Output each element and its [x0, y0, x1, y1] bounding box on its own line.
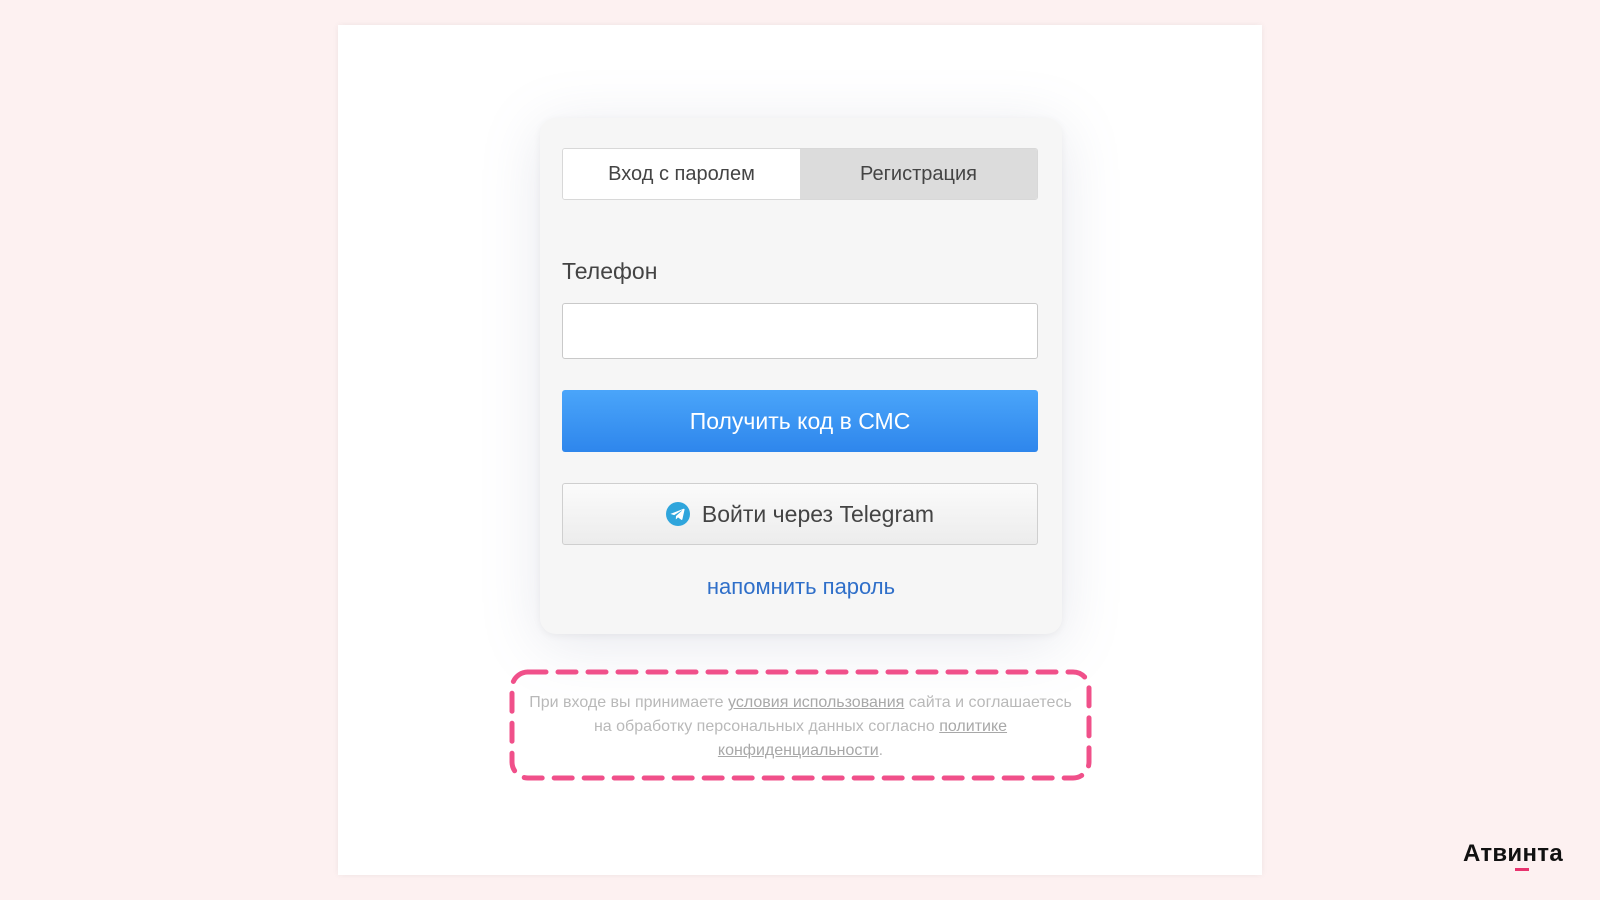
telegram-icon — [665, 502, 690, 526]
legal-text-part1: При входе вы принимаете — [529, 694, 729, 711]
brand-name: Атвинта — [1463, 840, 1563, 867]
phone-input[interactable] — [562, 303, 1038, 359]
auth-tabs: Вход с паролем Регистрация — [562, 148, 1038, 200]
legal-notice-text: При входе вы принимаете условия использо… — [529, 691, 1072, 763]
telegram-button-label: Войти через Telegram — [701, 500, 935, 527]
legal-text-part3: . — [878, 742, 884, 759]
remind-password-link[interactable]: напомнить пароль — [540, 574, 1062, 600]
telegram-login-button[interactable]: Войти через Telegram — [562, 483, 1038, 545]
brand-underline — [1515, 868, 1529, 871]
brand-logo: Атвинта — [1463, 840, 1563, 871]
get-sms-code-button[interactable]: Получить код в СМС — [562, 390, 1038, 452]
tab-password-login[interactable]: Вход с паролем — [563, 149, 800, 199]
terms-of-use-link[interactable]: условия использования — [728, 694, 904, 711]
phone-label: Телефон — [562, 258, 658, 284]
legal-notice-highlight: При входе вы принимаете условия использо… — [509, 669, 1092, 781]
login-card: Вход с паролем Регистрация Телефон Получ… — [540, 118, 1062, 634]
tab-registration[interactable]: Регистрация — [800, 149, 1037, 199]
